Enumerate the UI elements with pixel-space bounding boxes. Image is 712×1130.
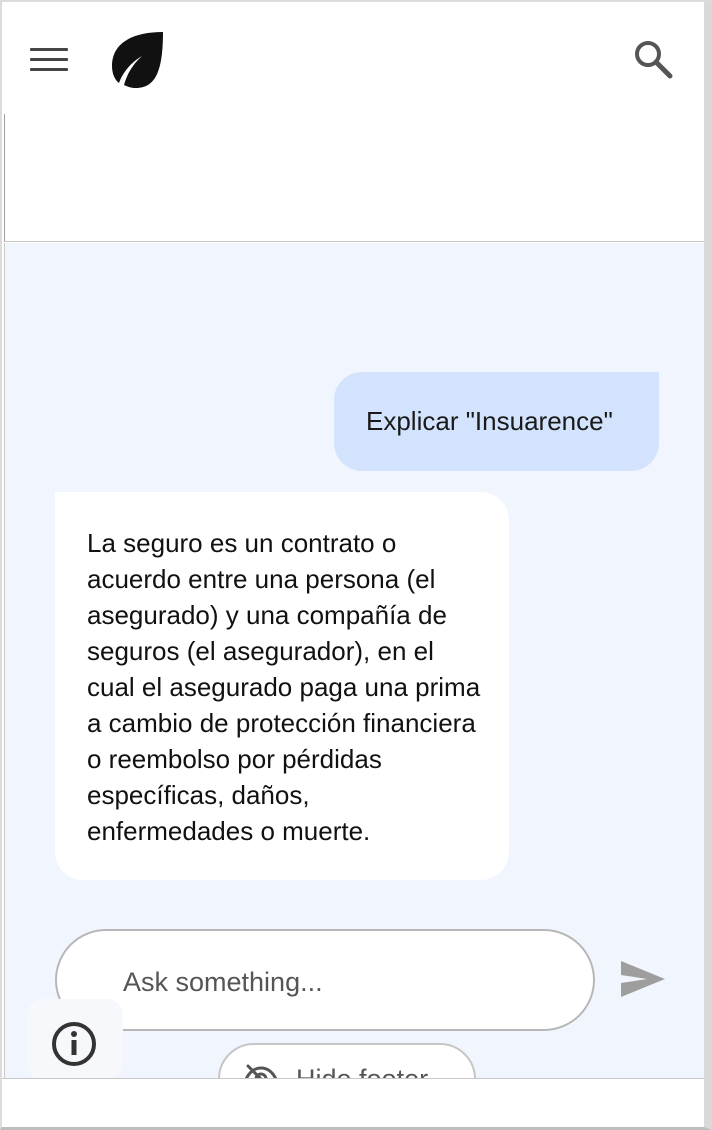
header-panel (4, 114, 704, 242)
leaf-logo-icon[interactable] (106, 30, 166, 90)
chat-input-container[interactable] (55, 929, 595, 1031)
info-icon (52, 1022, 96, 1066)
assistant-message-bubble: La seguro es un contrato o acuerdo entre… (55, 492, 509, 880)
top-app-bar (2, 2, 704, 114)
app-window: Explicar "Insuarence" La seguro es un co… (0, 0, 712, 1130)
hamburger-menu-icon[interactable] (30, 42, 68, 76)
chat-input[interactable] (121, 959, 565, 1005)
user-message-text: Explicar "Insuarence" (366, 406, 613, 436)
chat-area[interactable]: Explicar "Insuarence" La seguro es un co… (4, 243, 704, 1115)
footer-bar (2, 1078, 704, 1127)
user-message-bubble: Explicar "Insuarence" (334, 372, 659, 471)
assistant-message-text: La seguro es un contrato o acuerdo entre… (87, 528, 481, 846)
send-icon[interactable] (617, 957, 667, 1001)
search-icon[interactable] (632, 38, 674, 80)
info-button[interactable] (27, 999, 123, 1079)
